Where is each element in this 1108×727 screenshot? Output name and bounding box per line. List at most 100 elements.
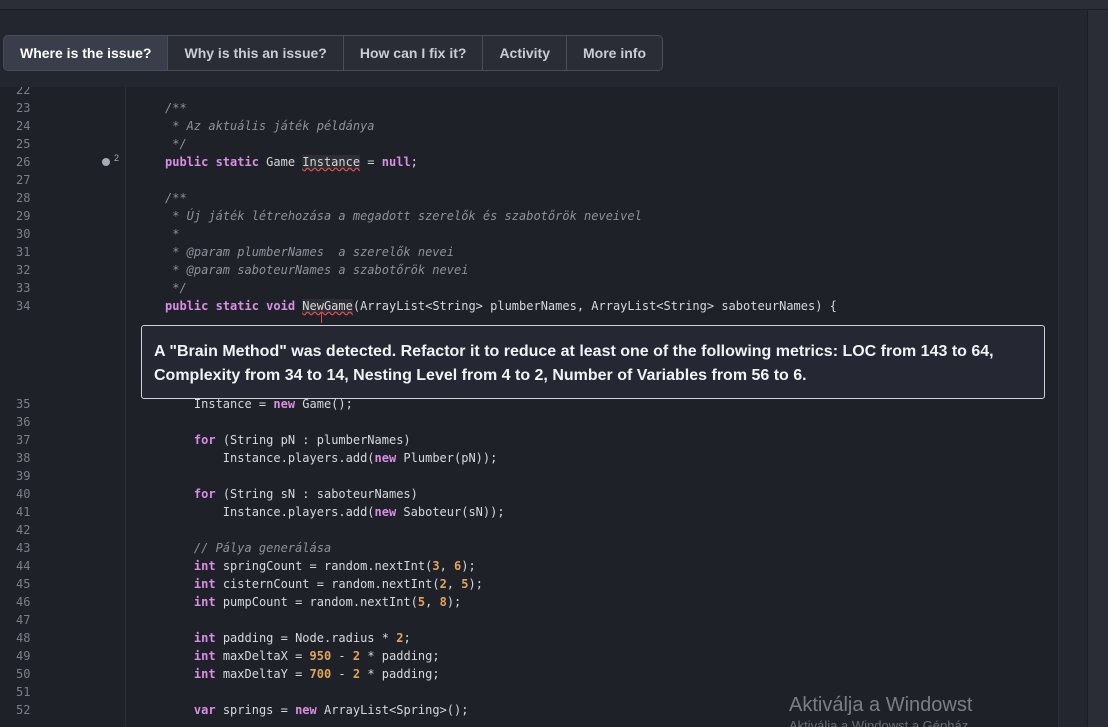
line-number: 40 (16, 487, 31, 501)
code-text: /** (165, 191, 187, 205)
code-line: 22 (0, 87, 1058, 99)
code-line: 34 public static void NewGame(ArrayList<S… (0, 297, 1058, 315)
line-number: 51 (16, 685, 31, 699)
line-number: 30 (16, 227, 31, 241)
code-line: 31 * @param plumberNames a szerelők neve… (0, 243, 1058, 261)
code-text: var springs = new ArrayList<Spring>(); (193, 703, 469, 717)
code-text: int pumpCount = random.nextInt(5, 8); (193, 595, 462, 609)
code-line: 32 * @param saboteurNames a szabotőrök n… (0, 261, 1058, 279)
code-line: 48 int padding = Node.radius * 2; (0, 629, 1058, 647)
tab-activity[interactable]: Activity (483, 36, 568, 70)
line-number: 46 (16, 595, 31, 609)
code-line: 49 int maxDeltaX = 950 - 2 * padding; (0, 647, 1058, 665)
line-number: 36 (16, 415, 31, 429)
code-text: for (String pN : plumberNames) (193, 433, 411, 447)
line-number: 41 (16, 505, 31, 519)
line-number: 25 (16, 137, 31, 151)
code-text: for (String sN : saboteurNames) (193, 487, 418, 501)
code-line: 50 int maxDeltaY = 700 - 2 * padding; (0, 665, 1058, 683)
code-text: Instance.players.add(new Saboteur(sN)); (165, 505, 505, 519)
code-line: 23 /** (0, 99, 1058, 117)
line-number: 42 (16, 523, 31, 537)
top-bar (0, 0, 1108, 10)
code-text: int cisternCount = random.nextInt(2, 5); (193, 577, 483, 591)
line-number: 52 (16, 703, 31, 717)
line-number: 35 (16, 397, 31, 411)
tab-where-is-the-issue[interactable]: Where is the issue? (4, 36, 169, 70)
line-number: 47 (16, 613, 31, 627)
code-line: 42 (0, 521, 1058, 539)
code-text: // Pálya generálása (193, 541, 332, 555)
line-number: 22 (16, 87, 31, 97)
line-number: 39 (16, 469, 31, 483)
code-line: 44 int springCount = random.nextInt(3, 6… (0, 557, 1058, 575)
right-panel-border (1087, 10, 1088, 727)
line-number: 29 (16, 209, 31, 223)
code-line: 36 (0, 413, 1058, 431)
line-number: 28 (16, 191, 31, 205)
code-viewer[interactable]: 22 23/** 24 * Az aktuális játék példánya 25… (0, 87, 1058, 727)
line-number: 32 (16, 263, 31, 277)
line-number: 24 (16, 119, 31, 133)
code-line: 47 (0, 611, 1058, 629)
code-text: public static void NewGame(ArrayList<Str… (165, 299, 837, 313)
code-line: 26 public static Game Instance = null; 2 (0, 153, 1058, 171)
issue-message: A "Brain Method" was detected. Refactor … (154, 343, 994, 384)
code-text: * Új játék létrehozása a megadott szerel… (165, 209, 642, 223)
code-line: 24 * Az aktuális játék példánya (0, 117, 1058, 135)
issue-location-count: 2 (114, 153, 120, 163)
line-number: 37 (16, 433, 31, 447)
line-number: 31 (16, 245, 31, 259)
issue-tabs: Where is the issue? Why is this an issue… (3, 35, 664, 71)
code-text: int maxDeltaY = 700 - 2 * padding; (193, 667, 440, 681)
code-line: 28 /** (0, 189, 1058, 207)
code-line: 33 */ (0, 279, 1058, 297)
code-text: * Az aktuális játék példánya (165, 119, 375, 133)
code-line: 39 (0, 467, 1058, 485)
line-number: 43 (16, 541, 31, 555)
code-line: 46 int pumpCount = random.nextInt(5, 8); (0, 593, 1058, 611)
code-text: * (165, 227, 180, 241)
code-line: 27 (0, 171, 1058, 189)
line-number: 23 (16, 101, 31, 115)
issue-location-marker-icon[interactable] (102, 158, 110, 166)
code-text: int springCount = random.nextInt(3, 6); (193, 559, 476, 573)
right-panel-strip (1088, 10, 1108, 727)
line-number: 44 (16, 559, 31, 573)
scrollbar-track[interactable] (1058, 87, 1059, 727)
code-text: Instance.players.add(new Plumber(pN)); (165, 451, 498, 465)
code-line: 25 */ (0, 135, 1058, 153)
code-text: * @param saboteurNames a szabotőrök neve… (165, 263, 469, 277)
line-number: 38 (16, 451, 31, 465)
issue-pointer (321, 313, 322, 323)
line-number: 34 (16, 299, 31, 313)
line-number: 45 (16, 577, 31, 591)
code-line: 30 * (0, 225, 1058, 243)
code-line: 40 for (String sN : saboteurNames) (0, 485, 1058, 503)
code-line: 38 Instance.players.add(new Plumber(pN))… (0, 449, 1058, 467)
tab-how-can-i-fix-it[interactable]: How can I fix it? (344, 36, 484, 70)
line-number: 26 (16, 155, 31, 169)
code-text: */ (165, 137, 187, 151)
code-line: 43 // Pálya generálása (0, 539, 1058, 557)
code-text: int maxDeltaX = 950 - 2 * padding; (193, 649, 440, 663)
tab-why-is-this-an-issue[interactable]: Why is this an issue? (168, 36, 344, 70)
line-number: 49 (16, 649, 31, 663)
code-text: /** (165, 101, 187, 115)
line-number: 27 (16, 173, 31, 187)
windows-activation-watermark-sub: Aktiválja a Windowst a Gépház (789, 718, 969, 727)
line-number: 48 (16, 631, 31, 645)
line-number: 33 (16, 281, 31, 295)
code-text: * @param plumberNames a szerelők nevei (165, 245, 454, 259)
code-text: public static Game Instance = null; (165, 155, 418, 169)
code-line: 45 int cisternCount = random.nextInt(2, … (0, 575, 1058, 593)
line-number: 50 (16, 667, 31, 681)
tab-more-info[interactable]: More info (567, 36, 662, 70)
code-text: */ (165, 281, 187, 295)
code-line: 41 Instance.players.add(new Saboteur(sN)… (0, 503, 1058, 521)
code-line: 29 * Új játék létrehozása a megadott sze… (0, 207, 1058, 225)
code-text: int padding = Node.radius * 2; (193, 631, 411, 645)
code-line: 37 for (String pN : plumberNames) (0, 431, 1058, 449)
windows-activation-watermark: Aktiválja a Windowst (789, 694, 973, 716)
issue-message-box: A "Brain Method" was detected. Refactor … (141, 325, 1045, 399)
